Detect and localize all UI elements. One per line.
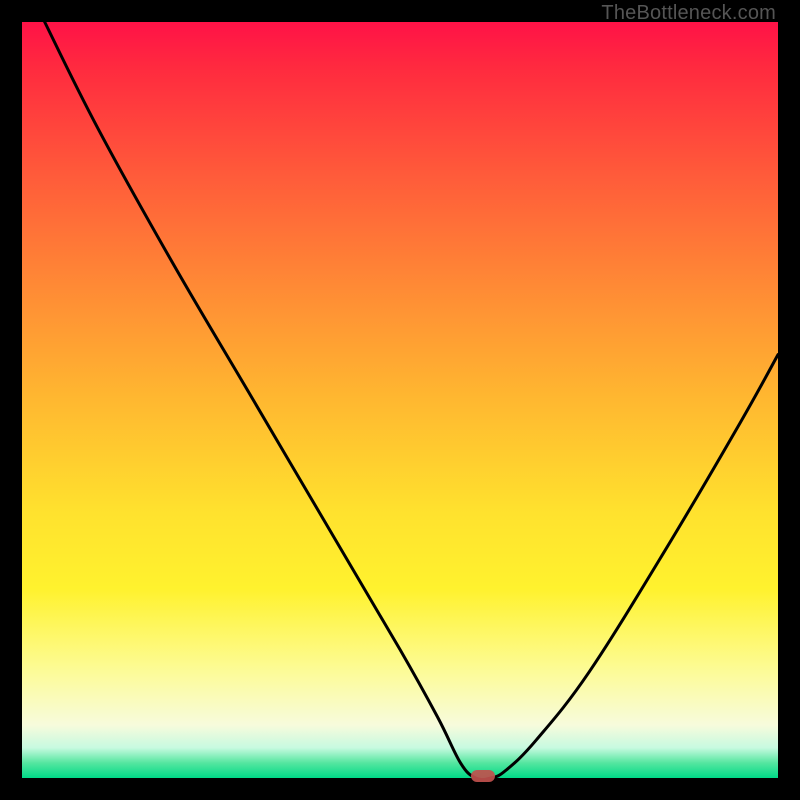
bottleneck-curve bbox=[22, 22, 778, 778]
optimum-marker bbox=[471, 770, 495, 782]
chart-frame: TheBottleneck.com bbox=[0, 0, 800, 800]
curve-path bbox=[45, 22, 778, 780]
